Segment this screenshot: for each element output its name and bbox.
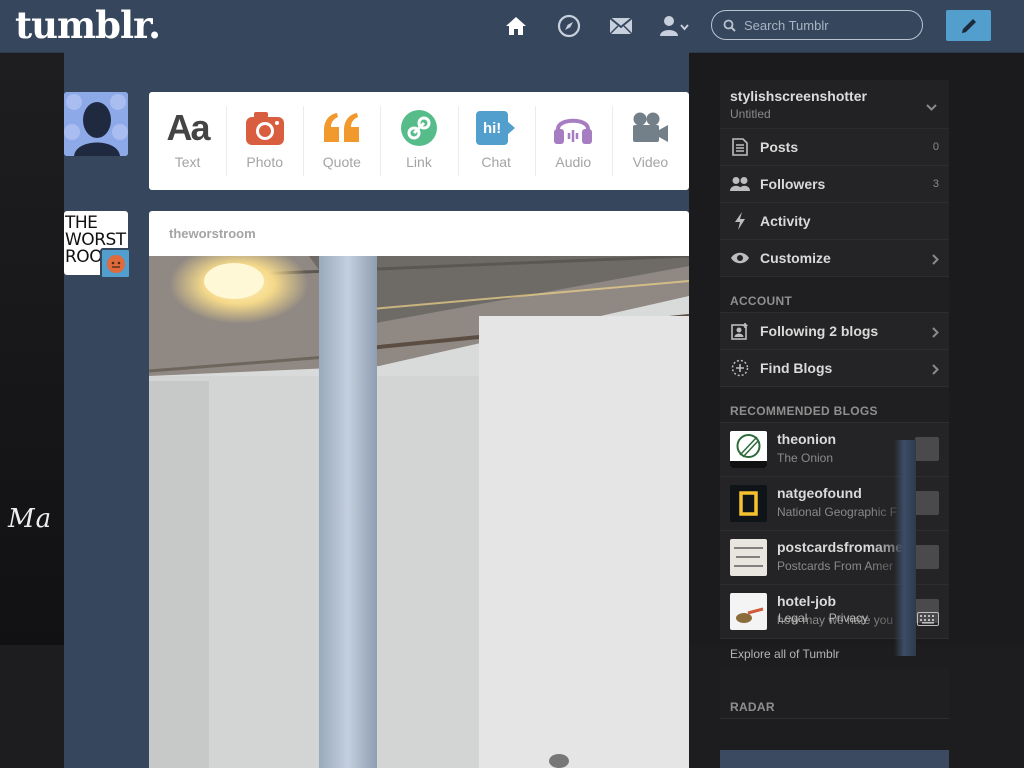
face-icon xyxy=(106,254,125,273)
post-photo[interactable] xyxy=(149,256,689,768)
account-heading: ACCOUNT xyxy=(720,277,949,313)
home-icon[interactable] xyxy=(503,13,529,39)
natgeofound-thumbnail xyxy=(730,485,767,522)
chevron-right-icon xyxy=(932,252,939,270)
camera-icon xyxy=(245,108,284,148)
mini-avatar[interactable] xyxy=(100,248,131,279)
search-input[interactable] xyxy=(742,16,916,34)
follow-button[interactable] xyxy=(915,437,939,461)
post-video-button[interactable]: Video xyxy=(611,92,689,190)
follow-button[interactable] xyxy=(915,545,939,569)
document-icon xyxy=(720,138,760,156)
follow-button[interactable] xyxy=(915,491,939,515)
post-link-button[interactable]: Link xyxy=(380,92,457,190)
search-icon xyxy=(723,19,736,32)
tumblr-logo[interactable]: tumblr. xyxy=(15,3,161,47)
quote-icon xyxy=(322,108,362,148)
find-blogs-icon xyxy=(720,359,760,377)
footer-links: Legal Privacy xyxy=(778,611,886,625)
post-photo-button[interactable]: Photo xyxy=(226,92,303,190)
theonion-thumbnail xyxy=(730,431,767,468)
postcards-thumbnail xyxy=(730,539,767,576)
followers-icon xyxy=(720,176,760,192)
video-camera-icon xyxy=(631,108,669,148)
headphones-icon xyxy=(554,108,593,148)
sidebar-item-activity[interactable]: Activity xyxy=(720,203,949,240)
hotel-job-thumbnail xyxy=(730,593,767,630)
mail-icon[interactable] xyxy=(608,13,634,39)
sidebar-item-followers[interactable]: Followers 3 xyxy=(720,166,949,203)
sidebar-item-find-blogs[interactable]: Find Blogs xyxy=(720,350,949,387)
pencil-icon xyxy=(961,18,976,33)
compose-button[interactable] xyxy=(946,10,991,41)
post-text-button[interactable]: Aa Text xyxy=(149,92,226,190)
post-blog-name[interactable]: theworstroom xyxy=(149,211,689,256)
posts-count: 0 xyxy=(932,141,939,153)
link-icon xyxy=(400,108,438,148)
background-script: Ma xyxy=(8,504,53,534)
radar-card[interactable] xyxy=(720,750,949,768)
chevron-right-icon xyxy=(932,362,939,380)
legal-link[interactable]: Legal xyxy=(778,611,807,625)
post-type-box: Aa Text Photo Quote Link hi! Chat Audio … xyxy=(149,92,689,190)
lightning-icon xyxy=(720,212,760,230)
chat-icon: hi! xyxy=(476,108,516,148)
post-audio-button[interactable]: Audio xyxy=(534,92,612,190)
dashboard-post: theworstroom xyxy=(149,211,689,768)
eye-icon xyxy=(720,252,760,264)
privacy-link[interactable]: Privacy xyxy=(829,611,868,625)
chevron-down-icon xyxy=(926,98,937,116)
account-icon[interactable] xyxy=(660,13,690,39)
radar-heading: RADAR xyxy=(720,691,949,719)
followers-count: 3 xyxy=(932,178,939,190)
chevron-right-icon xyxy=(932,325,939,343)
post-quote-button[interactable]: Quote xyxy=(303,92,380,190)
top-header: tumblr. xyxy=(0,0,1024,53)
keyboard-icon[interactable] xyxy=(917,612,939,631)
recommended-heading: RECOMMENDED BLOGS xyxy=(720,387,949,423)
search-box[interactable] xyxy=(711,10,923,40)
post-chat-button[interactable]: hi! Chat xyxy=(457,92,535,190)
sidebar-item-following[interactable]: Following 2 blogs xyxy=(720,313,949,350)
sidebar-item-customize[interactable]: Customize xyxy=(720,240,949,277)
blog-switcher[interactable]: stylishscreenshotter Untitled xyxy=(720,80,949,129)
sidebar-item-posts[interactable]: Posts 0 xyxy=(720,129,949,166)
user-avatar[interactable] xyxy=(64,92,128,156)
scroll-shade xyxy=(894,440,916,656)
text-icon: Aa xyxy=(166,107,211,148)
compass-icon[interactable] xyxy=(556,13,582,39)
following-icon xyxy=(720,322,760,340)
